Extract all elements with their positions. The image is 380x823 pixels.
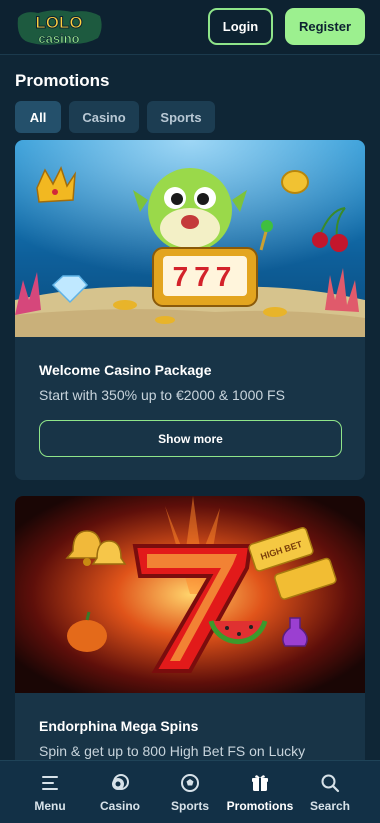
bottom-navigation: Menu Casino Sports Promotions Search — [0, 760, 380, 823]
nav-search[interactable]: Search — [302, 761, 358, 823]
promo-title: Endorphina Mega Spins — [39, 718, 199, 734]
nav-label: Menu — [34, 798, 66, 813]
svg-text:LOLO: LOLO — [35, 13, 82, 32]
nav-casino[interactable]: Casino — [92, 761, 148, 823]
promo-description: Start with 350% up to €2000 & 1000 FS — [39, 387, 285, 403]
search-icon — [321, 774, 340, 792]
casino-chip-icon — [112, 773, 129, 790]
promo-card-welcome: 777 Welcome Casino Package Start with 35… — [15, 140, 365, 480]
promo-title: Welcome Casino Package — [39, 362, 212, 378]
promo-card-endorphina: HIGH BET Endorphina Mega Spins Spin & ge… — [15, 496, 365, 776]
gift-icon — [252, 774, 268, 791]
tab-sports[interactable]: Sports — [147, 101, 215, 133]
nav-promotions[interactable]: Promotions — [222, 761, 298, 823]
nav-label: Promotions — [226, 798, 294, 813]
nav-label: Sports — [170, 798, 209, 813]
endorphina-promo-image[interactable]: HIGH BET — [15, 496, 365, 693]
soccer-ball-icon — [181, 773, 199, 792]
lolo-casino-logo[interactable]: LOLO casino — [14, 8, 104, 48]
svg-text:777: 777 — [173, 261, 238, 292]
nav-menu[interactable]: Menu — [22, 761, 78, 823]
nav-label: Casino — [99, 798, 140, 813]
svg-text:casino: casino — [38, 31, 79, 46]
welcome-promo-image[interactable]: 777 — [15, 140, 365, 337]
login-button[interactable]: Login — [208, 8, 273, 45]
nav-label: Search — [309, 798, 351, 813]
tab-casino[interactable]: Casino — [69, 101, 139, 133]
register-button[interactable]: Register — [285, 8, 365, 45]
nav-sports[interactable]: Sports — [162, 761, 218, 823]
tab-all[interactable]: All — [15, 101, 61, 133]
menu-icon — [42, 775, 58, 790]
page-title: Promotions — [15, 71, 110, 90]
show-more-button[interactable]: Show more — [39, 420, 342, 457]
top-header: LOLO casino Login Register — [0, 0, 380, 55]
promo-description: Spin & get up to 800 High Bet FS on Luck… — [39, 743, 306, 759]
